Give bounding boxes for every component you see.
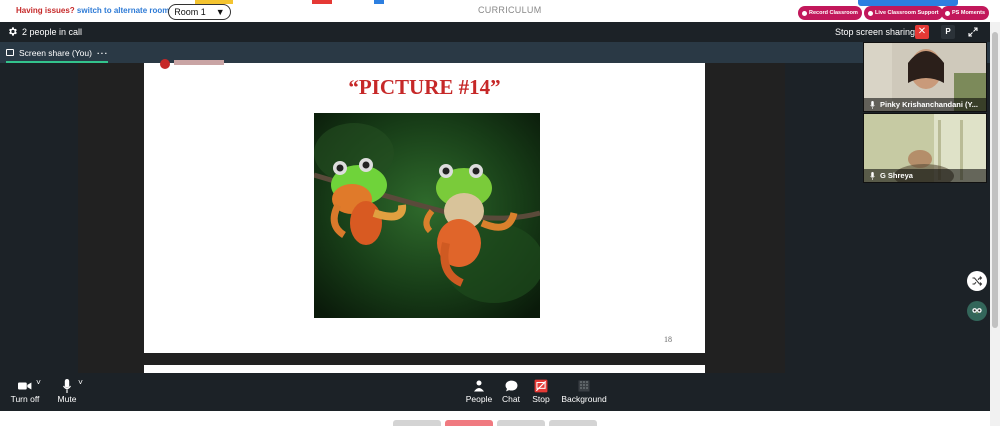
- toolbar-stub[interactable]: [497, 420, 545, 426]
- live-support-label: Live Classroom Support: [875, 10, 939, 16]
- more-options-icon[interactable]: ···: [97, 48, 109, 58]
- moments-icon: [945, 10, 950, 16]
- tab-screen-share[interactable]: Screen share (You) ···: [6, 46, 109, 63]
- shuffle-button[interactable]: [967, 271, 987, 291]
- microphone-icon: [63, 378, 71, 393]
- expand-icon[interactable]: [967, 26, 979, 38]
- presentation-slide: “PICTURE #14” 18: [144, 59, 705, 353]
- avatar[interactable]: P: [941, 25, 955, 39]
- participant-name: Pinky Krishanchandani (Y...: [880, 100, 978, 109]
- record-classroom-button[interactable]: Record Classroom: [798, 6, 862, 20]
- mic-options-chevron-icon[interactable]: ˅: [78, 377, 83, 387]
- next-slide-preview: [144, 365, 705, 373]
- slide-title: “PICTURE #14”: [348, 75, 501, 99]
- microphone-icon: [870, 100, 875, 109]
- owl-assistant-button[interactable]: [967, 301, 987, 321]
- people-label: People: [465, 394, 493, 404]
- frog-picture: [314, 113, 540, 318]
- microphone-icon: [870, 171, 875, 180]
- background-button[interactable]: Background: [560, 377, 608, 404]
- record-classroom-label: Record Classroom: [809, 10, 858, 16]
- background-icon: [578, 380, 590, 391]
- chat-bubble-icon: [505, 380, 517, 391]
- participant-tile-shreya[interactable]: G Shreya: [863, 113, 987, 183]
- toolbar-stub[interactable]: [445, 420, 493, 426]
- accent-stripe-blue: [374, 0, 384, 4]
- stop-share-icon: [534, 379, 548, 392]
- ps-moments-button[interactable]: PS Moments: [941, 6, 990, 20]
- camera-toggle-label: Turn off: [10, 394, 40, 404]
- section-title: CURRICULUM: [478, 5, 542, 15]
- page-scrollbar[interactable]: [990, 22, 1000, 426]
- tab-screen-share-label: Screen share (You): [19, 47, 92, 58]
- chat-label: Chat: [502, 394, 520, 404]
- call-controls: Turn off ˅ Mute ˅ People Chat Stop Backg…: [0, 373, 990, 411]
- background-label: Background: [561, 394, 607, 404]
- record-icon: [802, 10, 807, 16]
- person-icon: [474, 380, 484, 392]
- toolbar-stub[interactable]: [549, 420, 597, 426]
- slide-logo: [160, 59, 240, 69]
- call-header: 2 people in call Stop screen sharing ✕ P: [0, 22, 990, 42]
- close-icon[interactable]: ✕: [915, 25, 929, 39]
- issue-question: Having issues?: [16, 6, 75, 15]
- monitor-icon: [6, 49, 14, 56]
- participant-name: G Shreya: [880, 171, 913, 180]
- participant-tile-pinky[interactable]: Pinky Krishanchandani (Y...: [863, 42, 987, 112]
- top-bar: Having issues? switch to alternate room …: [0, 0, 1000, 22]
- mute-button[interactable]: Mute: [56, 377, 78, 404]
- gear-icon[interactable]: [7, 26, 18, 37]
- scrollbar-thumb[interactable]: [992, 32, 998, 328]
- participant-label: Pinky Krishanchandani (Y...: [864, 98, 986, 111]
- mute-label: Mute: [57, 394, 77, 404]
- stop-sharing-label[interactable]: Stop screen sharing: [835, 27, 915, 37]
- ps-moments-label: PS Moments: [952, 10, 986, 16]
- caret-down-icon: ▼: [215, 7, 225, 17]
- stop-share-button[interactable]: Stop: [530, 377, 552, 404]
- share-tab-row: Screen share (You) ···: [0, 42, 990, 63]
- people-button[interactable]: People: [465, 377, 493, 404]
- video-camera-icon: [18, 382, 32, 389]
- shuffle-icon: [972, 276, 983, 286]
- participant-label: G Shreya: [864, 169, 986, 182]
- camera-options-chevron-icon[interactable]: ˅: [36, 377, 41, 387]
- people-count: 2 people in call: [22, 27, 83, 37]
- accent-stripe-red: [312, 0, 332, 4]
- live-support-button[interactable]: Live Classroom Support: [864, 6, 943, 20]
- owl-icon: [972, 308, 982, 314]
- stop-share-label: Stop: [532, 394, 550, 404]
- bottom-strip: [0, 411, 990, 426]
- slide-page-number: 18: [664, 335, 672, 344]
- toolbar-stub[interactable]: [393, 420, 441, 426]
- issue-message: Having issues? switch to alternate room: [16, 6, 169, 15]
- app-root: Having issues? switch to alternate room …: [0, 0, 1000, 426]
- room-select-value: Room 1: [174, 7, 206, 17]
- room-select[interactable]: Room 1 ▼: [168, 4, 231, 20]
- chat-button[interactable]: Chat: [500, 377, 522, 404]
- alternate-room-link[interactable]: switch to alternate room: [77, 6, 169, 15]
- support-icon: [868, 10, 873, 16]
